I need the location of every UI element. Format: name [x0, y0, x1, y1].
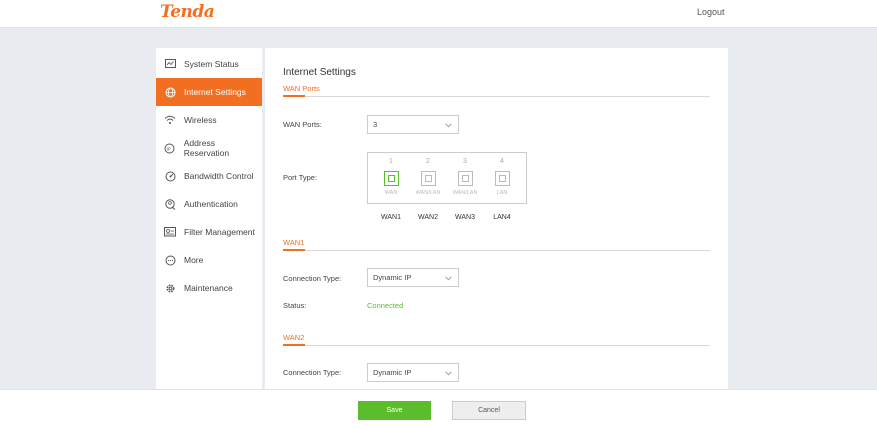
- section-divider: [283, 250, 710, 251]
- wan-ports-value: 3: [373, 120, 378, 129]
- chevron-down-icon: [445, 274, 452, 283]
- sidebar-item-maintenance[interactable]: Maintenance: [156, 274, 262, 302]
- gear-icon: [156, 283, 184, 294]
- wan1-status-value: Connected: [367, 301, 404, 310]
- footer-bar: Save Cancel: [0, 389, 877, 430]
- sidebar-item-label: Wireless: [184, 115, 217, 125]
- port-role: WAN/LAN: [415, 190, 441, 196]
- save-button[interactable]: Save: [358, 401, 431, 420]
- port-4[interactable]: 4 LAN: [487, 158, 517, 196]
- monitor-icon: [156, 59, 184, 69]
- sidebar-item-authentication[interactable]: Authentication: [156, 190, 262, 218]
- auth-icon: [156, 198, 184, 210]
- port-name-2: WAN2: [418, 214, 438, 221]
- more-icon: [156, 255, 184, 266]
- sidebar-item-label: Address Reservation: [183, 138, 230, 158]
- port-role: WAN/LAN: [452, 190, 478, 196]
- port-1[interactable]: 1 WAN: [376, 158, 406, 196]
- sidebar-item-system-status[interactable]: System Status: [156, 50, 262, 78]
- port-3[interactable]: 3 WAN/LAN: [450, 158, 480, 196]
- tenda-logo: Tenda: [160, 2, 215, 22]
- port-type-selector: 1 WAN 2 WAN/LAN 3 WAN/LAN 4 LAN: [367, 152, 527, 204]
- filter-icon: [156, 227, 184, 237]
- section-title-wan2: WAN2: [283, 333, 305, 342]
- ethernet-port-icon: [420, 171, 436, 186]
- sidebar: System Status Internet Settings Wireless…: [156, 48, 262, 390]
- section-accent: [283, 95, 305, 97]
- section-title-wan1: WAN1: [283, 238, 305, 247]
- globe-icon: [156, 87, 184, 98]
- sidebar-item-label: Bandwidth Control: [184, 171, 254, 181]
- sidebar-item-label: Internet Settings: [184, 87, 246, 97]
- logout-link[interactable]: Logout: [697, 7, 725, 17]
- chevron-down-icon: [445, 369, 452, 378]
- sidebar-item-more[interactable]: More: [156, 246, 262, 274]
- sidebar-item-label: Authentication: [184, 199, 238, 209]
- port-name-4: LAN4: [493, 214, 511, 221]
- port-number: 2: [426, 158, 430, 165]
- section-accent: [283, 249, 305, 251]
- port-name-1: WAN1: [381, 214, 401, 221]
- cancel-button[interactable]: Cancel: [452, 401, 526, 420]
- port-name-3: WAN3: [455, 214, 475, 221]
- wan2-connection-type-label: Connection Type:: [283, 368, 342, 377]
- sidebar-item-label: More: [184, 255, 204, 265]
- sidebar-item-bandwidth-control[interactable]: Bandwidth Control: [156, 162, 262, 190]
- wan1-connection-type-value: Dynamic IP: [373, 273, 412, 282]
- section-divider: [283, 96, 710, 97]
- ethernet-port-icon: [457, 171, 473, 186]
- port-number: 4: [500, 158, 504, 165]
- wan1-connection-type-label: Connection Type:: [283, 274, 342, 283]
- sidebar-item-label: Maintenance: [184, 283, 233, 293]
- port-number: 1: [389, 158, 393, 165]
- section-divider: [283, 345, 710, 346]
- sidebar-item-label: System Status: [184, 59, 239, 69]
- wifi-icon: [156, 115, 184, 125]
- wan-ports-select[interactable]: 3: [367, 115, 459, 134]
- wan1-status-label: Status:: [283, 301, 307, 310]
- wan1-connection-type-select[interactable]: Dynamic IP: [367, 268, 459, 287]
- sidebar-item-wireless[interactable]: Wireless: [156, 106, 262, 134]
- svg-text:IP: IP: [167, 146, 171, 151]
- section-accent: [283, 344, 305, 346]
- sidebar-item-filter-management[interactable]: Filter Management: [156, 218, 262, 246]
- port-role: WAN: [384, 190, 398, 196]
- top-bar: Tenda Logout: [0, 0, 877, 28]
- port-type-label: Port Type:: [283, 173, 318, 182]
- page-title: Internet Settings: [283, 67, 356, 78]
- ethernet-port-icon: [383, 171, 399, 186]
- chevron-down-icon: [445, 121, 452, 130]
- sidebar-item-label: Filter Management: [184, 227, 255, 237]
- section-title-wan-ports: WAN Ports: [283, 84, 320, 93]
- port-role: LAN: [496, 190, 508, 196]
- ethernet-port-icon: [494, 171, 510, 186]
- main-panel: Internet Settings WAN Ports WAN Ports: 3…: [265, 48, 728, 390]
- wan2-connection-type-value: Dynamic IP: [373, 368, 412, 377]
- gauge-icon: [156, 171, 184, 182]
- port-number: 3: [463, 158, 467, 165]
- port-2[interactable]: 2 WAN/LAN: [413, 158, 443, 196]
- ip-icon: IP: [156, 143, 184, 154]
- sidebar-item-internet-settings[interactable]: Internet Settings: [156, 78, 262, 106]
- wan2-connection-type-select[interactable]: Dynamic IP: [367, 363, 459, 382]
- sidebar-item-address-reservation[interactable]: IP Address Reservation: [156, 134, 262, 162]
- wan-ports-label: WAN Ports:: [283, 120, 322, 129]
